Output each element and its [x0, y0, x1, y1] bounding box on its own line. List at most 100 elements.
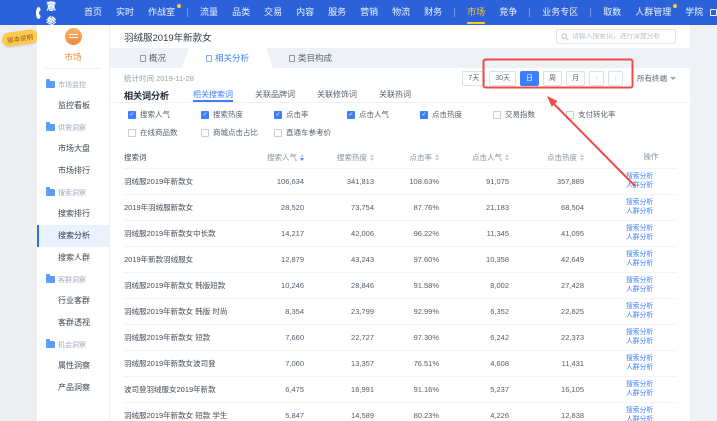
search-analysis-link[interactable]: 搜索分析	[626, 225, 653, 234]
cell-ctr: 108.63%	[374, 177, 439, 186]
search-analysis-link[interactable]: 搜索分析	[626, 329, 653, 338]
nav-item-logistics[interactable]: 物流	[385, 0, 417, 25]
sidebar-group-opportunity-insight[interactable]: 机会洞察	[37, 334, 109, 355]
nav-item-content[interactable]: 内容	[289, 0, 321, 25]
search-input[interactable]	[572, 33, 671, 40]
tab-overview[interactable]: 概况	[124, 48, 182, 68]
page-title: 羽绒服2019年新款女	[124, 30, 212, 44]
nav-item-traffic[interactable]: 流量	[193, 0, 225, 25]
file-icon	[289, 55, 295, 62]
cell-search-pop: 106,634	[234, 177, 304, 186]
filter-click-heat[interactable]: 点击热度	[420, 109, 493, 120]
sidebar-item-market-ranking[interactable]: 市场排行	[37, 160, 109, 182]
nav-item-trade[interactable]: 交易	[257, 0, 289, 25]
next-date-button[interactable]: ›	[608, 71, 623, 86]
sidebar-group-search-insight[interactable]: 搜索洞察	[37, 182, 109, 203]
sidebar-item-market-overview[interactable]: 市场大盘	[37, 138, 109, 160]
filter-trade-index[interactable]: 交易指数	[493, 109, 566, 120]
cell-search-heat: 22,727	[304, 333, 374, 342]
left-gutter: 版本说明	[0, 25, 37, 421]
search-analysis-link[interactable]: 搜索分析	[626, 303, 653, 312]
crowd-analysis-link[interactable]: 人群分析	[626, 182, 653, 191]
crowd-analysis-link[interactable]: 人群分析	[626, 338, 653, 347]
filter-online-products[interactable]: 在线商品数	[128, 127, 201, 138]
sidebar-item-search-crowd[interactable]: 搜索人群	[37, 247, 109, 269]
range-week-button[interactable]: 周	[543, 71, 562, 86]
nav-item-academy[interactable]: 学院	[678, 0, 710, 25]
sidebar-item-industry-customers[interactable]: 行业客群	[37, 290, 109, 312]
col-click-popularity[interactable]: 点击人气	[439, 152, 509, 163]
subtab-hot-words[interactable]: 关联热词	[379, 88, 411, 102]
subtab-modifier-words[interactable]: 关联修饰词	[317, 88, 357, 102]
search-analysis-link[interactable]: 搜索分析	[626, 199, 653, 208]
range-7d-button[interactable]: 7天	[462, 71, 485, 86]
crowd-analysis-link[interactable]: 人群分析	[626, 208, 653, 217]
search-analysis-link[interactable]: 搜索分析	[626, 277, 653, 286]
cell-ctr: 97.30%	[374, 333, 439, 342]
crowd-analysis-link[interactable]: 人群分析	[626, 416, 653, 421]
terminal-dropdown[interactable]: 所有终端	[637, 73, 676, 84]
messages-entry[interactable]: 消息	[710, 1, 717, 25]
sidebar-item-customer-perspective[interactable]: 客群透视	[37, 312, 109, 334]
sidebar-group-market-monitor[interactable]: 市场监控	[37, 74, 109, 95]
nav-item-finance[interactable]: 财务	[417, 0, 449, 25]
sidebar-item-attribute-insight[interactable]: 属性洞察	[37, 355, 109, 377]
cell-search-pop: 28,520	[234, 203, 304, 212]
filter-search-popularity[interactable]: 搜索人气	[128, 109, 201, 120]
filter-mall-click-share[interactable]: 商城点击占比	[201, 127, 274, 138]
main-content: 羽绒服2019年新款女 概况 相关分析 类目构成 统计时间 2019-11-28…	[110, 25, 690, 421]
col-search-heat[interactable]: 搜索热度	[304, 152, 374, 163]
sidebar-item-monitor-board[interactable]: 监控看板	[37, 95, 109, 117]
subtab-brand-words[interactable]: 关联品牌词	[255, 88, 295, 102]
keyword-search-box[interactable]	[556, 29, 676, 44]
market-module-icon	[65, 28, 82, 45]
search-analysis-link[interactable]: 搜索分析	[626, 251, 653, 260]
range-month-button[interactable]: 月	[566, 71, 585, 86]
prev-date-button[interactable]: ‹	[589, 71, 604, 86]
search-analysis-link[interactable]: 搜索分析	[626, 355, 653, 364]
tab-category-composition[interactable]: 类目构成	[273, 48, 348, 68]
crowd-analysis-link[interactable]: 人群分析	[626, 312, 653, 321]
search-analysis-link[interactable]: 搜索分析	[626, 173, 653, 182]
crowd-analysis-link[interactable]: 人群分析	[626, 260, 653, 269]
nav-item-warroom[interactable]: 作战室	[141, 0, 182, 25]
tab-related-analysis[interactable]: 相关分析	[182, 48, 273, 68]
search-analysis-link[interactable]: 搜索分析	[626, 407, 653, 416]
cell-search-pop: 10,246	[234, 281, 304, 290]
col-ctr[interactable]: 点击率	[374, 152, 439, 163]
sidebar-item-product-insight[interactable]: 产品洞察	[37, 377, 109, 399]
range-day-button[interactable]: 日	[520, 71, 539, 86]
subtab-related-search-words[interactable]: 相关搜索词	[193, 88, 233, 102]
cell-term: 羽绒服2019年新款女 短款	[124, 332, 234, 343]
nav-item-home[interactable]: 首页	[77, 0, 109, 25]
sidebar-item-search-ranking[interactable]: 搜索排行	[37, 203, 109, 225]
filter-payment-conversion[interactable]: 支付转化率	[566, 109, 639, 120]
filter-ztc-reference-price[interactable]: 直通车参考价	[274, 127, 347, 138]
search-analysis-link[interactable]: 搜索分析	[626, 381, 653, 390]
filter-click-popularity[interactable]: 点击人气	[347, 109, 420, 120]
table-row: 羽绒服2019年新款女 韩版短款 10,246 28,846 91.58% 8,…	[124, 272, 676, 298]
nav-item-realtime[interactable]: 实时	[109, 0, 141, 25]
sidebar-group-customer-insight[interactable]: 客群洞察	[37, 269, 109, 290]
version-badge[interactable]: 版本说明	[1, 29, 39, 48]
crowd-analysis-link[interactable]: 人群分析	[626, 390, 653, 399]
crowd-analysis-link[interactable]: 人群分析	[626, 364, 653, 373]
nav-item-competition[interactable]: 竞争	[492, 0, 524, 25]
nav-item-business-zone[interactable]: 业务专区	[535, 0, 585, 25]
nav-item-crowd-management[interactable]: 人群管理	[628, 0, 678, 25]
crowd-analysis-link[interactable]: 人群分析	[626, 286, 653, 295]
nav-item-data-fetch[interactable]: 取数	[596, 0, 628, 25]
crowd-analysis-link[interactable]: 人群分析	[626, 234, 653, 243]
filter-search-heat[interactable]: 搜索热度	[201, 109, 274, 120]
nav-item-market[interactable]: 市场	[460, 0, 492, 25]
statistics-time: 统计时间 2019-11-28	[124, 73, 194, 84]
sidebar-group-supply-demand[interactable]: 供需洞察	[37, 117, 109, 138]
filter-ctr[interactable]: 点击率	[274, 109, 347, 120]
nav-item-service[interactable]: 服务	[321, 0, 353, 25]
range-30d-button[interactable]: 30天	[489, 71, 516, 86]
nav-item-category[interactable]: 品类	[225, 0, 257, 25]
col-search-popularity[interactable]: 搜索人气	[234, 152, 304, 163]
sidebar-item-search-analysis[interactable]: 搜索分析	[37, 225, 109, 247]
nav-item-marketing[interactable]: 营销	[353, 0, 385, 25]
col-click-heat[interactable]: 点击热度	[509, 152, 584, 163]
